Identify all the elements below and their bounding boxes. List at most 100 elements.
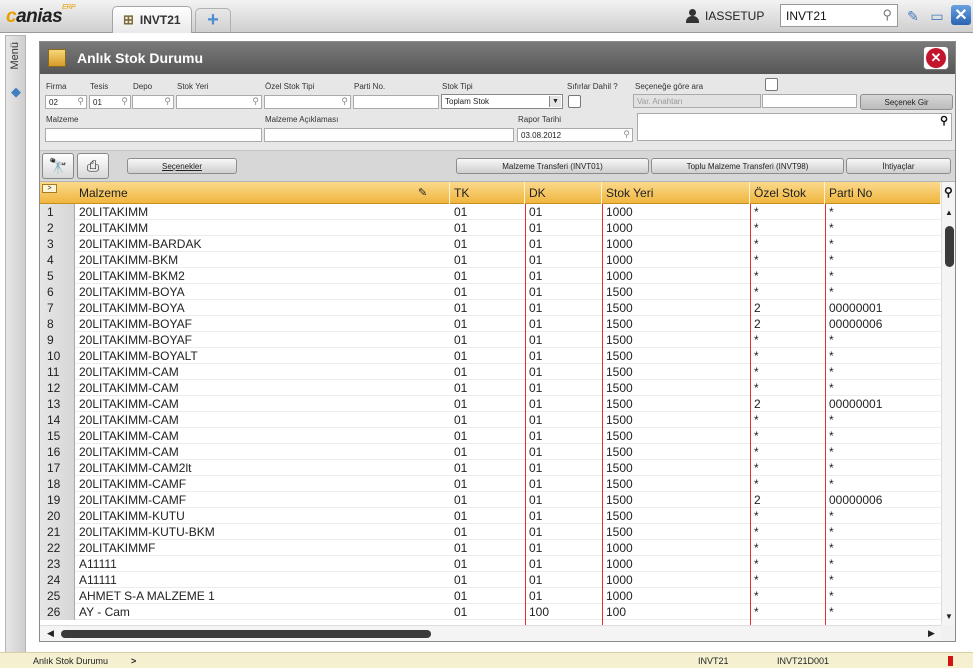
window-close-button[interactable]: ✕ (923, 46, 949, 70)
print-icon[interactable]: ⎙ (77, 153, 109, 179)
search-icon[interactable]: ⚲ (341, 96, 348, 107)
rapor-tarihi-input[interactable]: 03.08.2012 ⚲ (517, 128, 633, 142)
depo-input[interactable]: ⚲ (132, 95, 174, 109)
status-arrow[interactable]: > (131, 656, 136, 666)
table-row[interactable]: 2 20LITAKIMM 01 01 1000 * * (40, 220, 941, 236)
row-number[interactable]: 19 (40, 492, 75, 508)
search-icon[interactable]: ⚲ (882, 7, 892, 23)
row-number[interactable]: 11 (40, 364, 75, 380)
table-row[interactable]: 6 20LITAKIMM-BOYA 01 01 1500 * * (40, 284, 941, 300)
window-icon[interactable]: ▭ (927, 6, 947, 26)
row-number[interactable]: 8 (40, 316, 75, 332)
table-row[interactable]: 25 AHMET S-A MALZEME 1 01 01 1000 * * (40, 588, 941, 604)
secenek-gir-button[interactable]: Seçenek Gir (860, 94, 953, 110)
new-tab-button[interactable]: + (195, 8, 231, 32)
stok-yeri-input[interactable]: ⚲ (176, 95, 262, 109)
scroll-thumb[interactable] (945, 226, 954, 267)
malzeme-aciklamasi-input[interactable] (264, 128, 514, 142)
firma-input[interactable]: 02 ⚲ (45, 95, 87, 109)
table-row[interactable]: 9 20LITAKIMM-BOYAF 01 01 1500 * * (40, 332, 941, 348)
var-anahtari-input[interactable]: Var. Anahtarı (633, 94, 761, 108)
row-number[interactable]: 23 (40, 556, 75, 572)
table-row[interactable]: 7 20LITAKIMM-BOYA 01 01 1500 2 00000001 (40, 300, 941, 316)
search-icon[interactable]: ⚲ (252, 96, 259, 107)
table-row[interactable]: 1 20LITAKIMM 01 01 1000 * * (40, 204, 941, 220)
table-row[interactable]: 16 20LITAKIMM-CAM 01 01 1500 * * (40, 444, 941, 460)
row-number[interactable]: 24 (40, 572, 75, 588)
table-row[interactable]: 8 20LITAKIMM-BOYAF 01 01 1500 2 00000006 (40, 316, 941, 332)
table-row[interactable]: 3 20LITAKIMM-BARDAK 01 01 1000 * * (40, 236, 941, 252)
row-number[interactable]: 17 (40, 460, 75, 476)
table-row[interactable]: 14 20LITAKIMM-CAM 01 01 1500 * * (40, 412, 941, 428)
table-row[interactable]: 18 20LITAKIMM-CAMF 01 01 1500 * * (40, 476, 941, 492)
row-number[interactable]: 15 (40, 428, 75, 444)
stock-grid[interactable]: > Malzeme ✎ TK DK Stok Yeri Özel Stok Pa… (40, 182, 941, 625)
chevron-up-icon[interactable]: ▲ (945, 208, 953, 217)
tesis-input[interactable]: 01 ⚲ (89, 95, 131, 109)
table-row[interactable]: 5 20LITAKIMM-BKM2 01 01 1000 * * (40, 268, 941, 284)
hscroll-thumb[interactable] (61, 630, 431, 638)
table-row[interactable]: 11 20LITAKIMM-CAM 01 01 1500 * * (40, 364, 941, 380)
row-number[interactable]: 5 (40, 268, 75, 284)
secenek-textarea[interactable]: ⚲ (637, 113, 952, 141)
row-number[interactable]: 7 (40, 300, 75, 316)
sifirlar-checkbox[interactable] (568, 95, 581, 108)
row-number[interactable]: 13 (40, 396, 75, 412)
malzeme-input[interactable] (45, 128, 262, 142)
row-number[interactable]: 16 (40, 444, 75, 460)
table-row[interactable]: 23 A11111 01 01 1000 * * (40, 556, 941, 572)
search-icon[interactable]: ⚲ (944, 185, 953, 199)
ozel-stok-tipi-input[interactable]: ⚲ (264, 95, 351, 109)
parti-no-input[interactable] (353, 95, 439, 109)
grid-corner[interactable]: > (42, 184, 57, 193)
row-number[interactable]: 1 (40, 204, 75, 220)
col-malzeme[interactable]: Malzeme (75, 182, 450, 204)
table-row[interactable]: 20 20LITAKIMM-KUTU 01 01 1500 * * (40, 508, 941, 524)
stok-tipi-select[interactable]: Toplam Stok ▼ (441, 94, 563, 109)
vertical-scrollbar[interactable]: ⚲ ▲ ▼ (941, 182, 955, 625)
side-menu[interactable]: Menü ◆ (5, 35, 26, 653)
malzeme-transferi-button[interactable]: Malzeme Transferi (INVT01) (456, 158, 649, 174)
horizontal-scrollbar[interactable]: ◀ ▶ (40, 625, 941, 641)
table-row[interactable]: 4 20LITAKIMM-BKM 01 01 1000 * * (40, 252, 941, 268)
diamond-icon[interactable]: ◆ (8, 84, 24, 100)
chevron-down-icon[interactable]: ▼ (945, 612, 953, 621)
row-number[interactable]: 6 (40, 284, 75, 300)
tab-invt21[interactable]: ⊞ INVT21 (112, 6, 192, 33)
chevron-right-icon[interactable]: ▶ (928, 628, 935, 639)
binoculars-icon[interactable]: 🔭 (42, 153, 74, 179)
ihtiyaclar-button[interactable]: İhtiyaçlar (846, 158, 951, 174)
col-tk[interactable]: TK (450, 182, 525, 204)
row-number[interactable]: 18 (40, 476, 75, 492)
row-number[interactable]: 25 (40, 588, 75, 604)
table-row[interactable]: 21 20LITAKIMM-KUTU-BKM 01 01 1500 * * (40, 524, 941, 540)
secenege-checkbox[interactable] (765, 78, 778, 91)
pencil-icon[interactable]: ✎ (418, 186, 427, 199)
col-ozel-stok[interactable]: Özel Stok (750, 182, 825, 204)
row-number[interactable]: 10 (40, 348, 75, 364)
var-anahtari-value-input[interactable] (762, 94, 857, 108)
edit-icon[interactable]: ✎ (903, 6, 923, 26)
row-number[interactable]: 3 (40, 236, 75, 252)
table-row[interactable]: 13 20LITAKIMM-CAM 01 01 1500 2 00000001 (40, 396, 941, 412)
row-number[interactable]: 21 (40, 524, 75, 540)
search-icon[interactable]: ⚲ (121, 96, 128, 107)
col-parti-no[interactable]: Parti No (825, 182, 941, 204)
row-number[interactable]: 26 (40, 604, 75, 620)
table-row[interactable]: 12 20LITAKIMM-CAM 01 01 1500 * * (40, 380, 941, 396)
row-number[interactable]: 22 (40, 540, 75, 556)
close-icon[interactable]: ✕ (951, 5, 971, 25)
table-row[interactable]: 17 20LITAKIMM-CAM2lt 01 01 1500 * * (40, 460, 941, 476)
table-row[interactable]: 24 A11111 01 01 1000 * * (40, 572, 941, 588)
table-row[interactable]: 19 20LITAKIMM-CAMF 01 01 1500 2 00000006 (40, 492, 941, 508)
chevron-left-icon[interactable]: ◀ (47, 628, 54, 639)
table-row[interactable]: 26 AY - Cam 01 100 100 * * (40, 604, 941, 620)
table-row[interactable]: 10 20LITAKIMM-BOYALT 01 01 1500 * * (40, 348, 941, 364)
row-number[interactable]: 9 (40, 332, 75, 348)
row-number[interactable]: 20 (40, 508, 75, 524)
col-dk[interactable]: DK (525, 182, 602, 204)
row-number[interactable]: 12 (40, 380, 75, 396)
row-number[interactable]: 4 (40, 252, 75, 268)
col-stok-yeri[interactable]: Stok Yeri (602, 182, 750, 204)
search-icon[interactable]: ⚲ (940, 114, 948, 127)
